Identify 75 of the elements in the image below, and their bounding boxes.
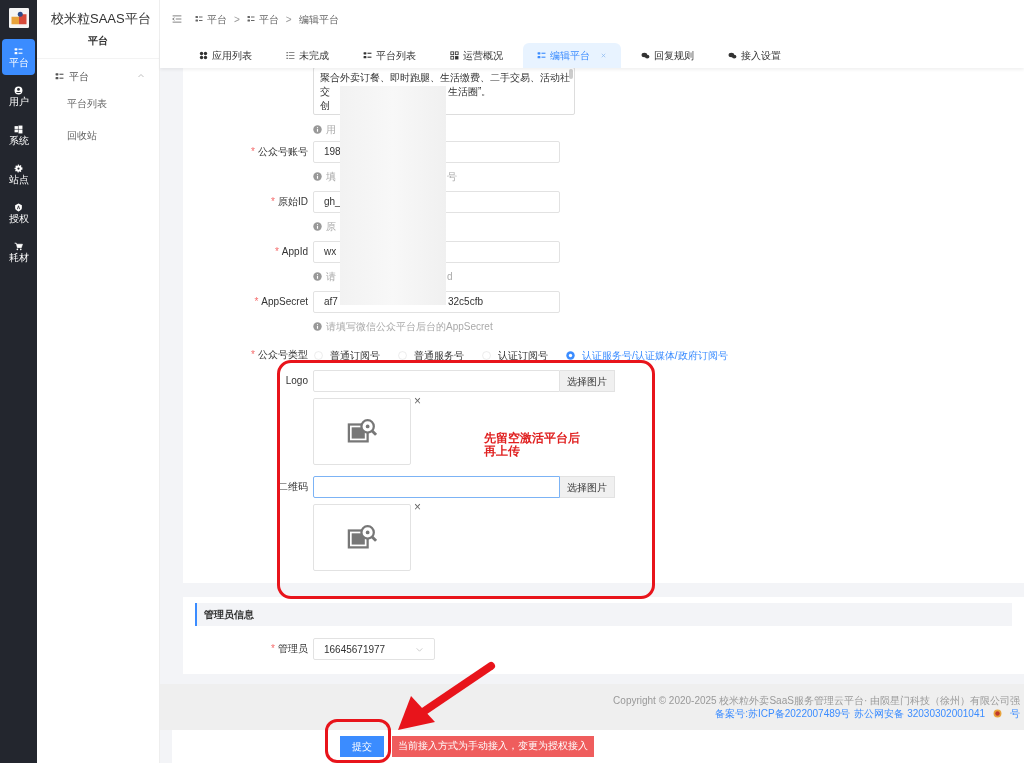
- tab[interactable]: 平台列表: [349, 43, 430, 68]
- user-icon: [14, 85, 23, 95]
- sidebar-title: 校米粒SAAS平台: [51, 12, 151, 25]
- tab[interactable]: 接入设置: [714, 43, 795, 68]
- radio-option[interactable]: 认证服务号/认证媒体/政府订阅号: [566, 347, 728, 363]
- gear-icon: [14, 163, 23, 173]
- field-label: * 原始ID: [271, 196, 308, 207]
- chat-icon: [728, 51, 737, 60]
- grid-icon: [55, 71, 64, 81]
- nav-rail-item[interactable]: 用户: [2, 78, 35, 114]
- grid-icon: [363, 51, 372, 60]
- sidebar-item[interactable]: 平台列表: [37, 88, 159, 120]
- grid-icon: [537, 51, 546, 60]
- radio-option[interactable]: 认证订阅号: [482, 347, 548, 363]
- remove-image-button[interactable]: ×: [414, 395, 421, 407]
- info-icon: [313, 221, 322, 231]
- breadcrumb-separator: >: [234, 12, 240, 27]
- copyright-text: Copyright © 2020-2025 校米粒外卖SaaS服务管理云平台· 由陨星门科技（徐州）有限公司强: [613, 694, 1020, 707]
- section-title: 管理员信息: [195, 603, 254, 626]
- field-hint: 原: [326, 219, 336, 234]
- field-hint: 请填写微信公众平台后台的AppSecret: [326, 319, 493, 334]
- list-icon: [286, 51, 295, 60]
- radio-option[interactable]: 普通服务号: [398, 347, 464, 363]
- field-label: * 公众号类型: [251, 349, 308, 360]
- breadcrumb-separator: >: [285, 12, 292, 27]
- chat-icon: [641, 51, 650, 60]
- field-label: Logo: [285, 375, 308, 386]
- nav-rail-item[interactable]: 耗材: [2, 234, 35, 270]
- choose-image-button[interactable]: 选择图片: [560, 370, 615, 392]
- tab[interactable]: 运营概况: [436, 43, 517, 68]
- tab[interactable]: 回复规则: [627, 43, 708, 68]
- tab[interactable]: 未完成: [272, 43, 343, 68]
- info-icon: [313, 321, 322, 331]
- emblem-icon: [993, 709, 1002, 718]
- menu-icon: [172, 14, 182, 24]
- grid-icon: [195, 15, 203, 23]
- info-icon: [313, 271, 322, 281]
- field-label: * AppId: [274, 246, 308, 257]
- cart-icon: [14, 241, 23, 251]
- breadcrumb-link[interactable]: 编辑平台: [298, 11, 339, 27]
- field-hint: 号: [447, 169, 457, 184]
- remove-image-button[interactable]: ×: [414, 501, 421, 513]
- grid-icon: [246, 15, 255, 23]
- field-label: * 公众号账号: [251, 146, 308, 157]
- field-label: * 管理员: [271, 643, 308, 654]
- field-hint: 填: [326, 169, 336, 184]
- info-icon: [313, 124, 322, 134]
- breadcrumb-link[interactable]: 平台: [246, 11, 279, 27]
- police-suffix: 号: [1010, 707, 1020, 720]
- sidebar-subtitle: 平台: [37, 33, 159, 59]
- grid-icon: [14, 46, 23, 56]
- radio-option[interactable]: 普通订阅号: [314, 347, 380, 363]
- annotation-note: 先留空激活平台后 再上传: [484, 432, 580, 458]
- field-hint: 请: [326, 269, 336, 284]
- chevron-icon: [137, 72, 145, 80]
- admin-select[interactable]: 16645671977: [313, 638, 435, 660]
- sidebar-item[interactable]: 回收站: [37, 120, 159, 152]
- shield-icon: [14, 202, 23, 212]
- nav-rail-item[interactable]: 站点: [2, 156, 35, 192]
- nav-rail-item[interactable]: 系统: [2, 117, 35, 153]
- choose-image-button[interactable]: 选择图片: [560, 476, 615, 498]
- sidebar-group[interactable]: 平台: [37, 64, 159, 88]
- input-field[interactable]: [313, 476, 560, 498]
- tab[interactable]: 应用列表: [185, 43, 266, 68]
- field-label: * AppSecret: [254, 296, 308, 307]
- breadcrumb-link[interactable]: 平台: [195, 11, 227, 27]
- qr-icon: [450, 51, 459, 60]
- field-hint: d: [447, 269, 453, 284]
- field-hint: 用: [326, 122, 336, 137]
- nav-rail-item[interactable]: 授权: [2, 195, 35, 231]
- windows-icon: [14, 124, 23, 134]
- app-logo-icon: [8, 8, 29, 28]
- apps-icon: [199, 51, 208, 60]
- info-icon: [313, 171, 322, 181]
- close-icon: [600, 52, 607, 59]
